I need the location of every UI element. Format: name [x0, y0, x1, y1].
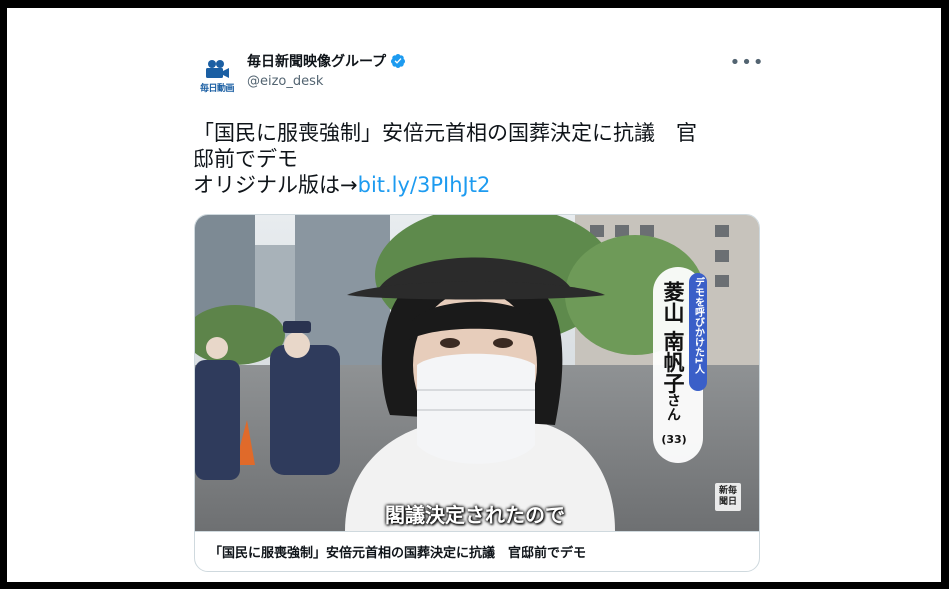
name-card-name: 菱山 南帆子さん: [657, 281, 689, 421]
user-info: 毎日新聞映像グループ @eizo_desk: [247, 51, 406, 89]
display-name[interactable]: 毎日新聞映像グループ: [247, 51, 386, 71]
name-row: 毎日新聞映像グループ: [247, 51, 406, 71]
verified-badge-icon: [391, 54, 406, 68]
avatar[interactable]: 毎日動画: [195, 54, 239, 98]
tweet-text-line-3: オリジナル版は→bit.ly/3PIhJt2: [193, 172, 763, 198]
video-caption: 閣議決定されたので: [385, 503, 565, 527]
card-video-thumbnail[interactable]: デモを呼びかけた1人 菱山 南帆子さん (33) 新毎聞日 閣議決定されたので: [195, 215, 759, 531]
tweet-link[interactable]: bit.ly/3PIhJt2: [358, 173, 491, 197]
tweet-text-prefix: オリジナル版は→: [193, 173, 358, 197]
handle[interactable]: @eizo_desk: [247, 74, 406, 89]
lower-third-name-card: デモを呼びかけた1人 菱山 南帆子さん (33): [653, 267, 707, 463]
honorific: さん: [665, 393, 681, 422]
camera-icon: [206, 59, 229, 78]
tweet-text-line-2: 邸前でデモ: [193, 147, 298, 171]
tweet-text-line-1: 「国民に服喪強制」安倍元首相の国葬決定に抗議 官: [193, 121, 697, 145]
link-card[interactable]: デモを呼びかけた1人 菱山 南帆子さん (33) 新毎聞日 閣議決定されたので …: [194, 214, 760, 572]
screenshot-frame: 毎日動画 毎日新聞映像グループ @eizo_desk ••• 「国民に服喪強制」…: [7, 8, 941, 582]
more-options-icon[interactable]: •••: [730, 52, 764, 73]
person-name: 菱山 南帆子: [661, 281, 685, 394]
mainichi-logo: 新毎聞日: [715, 483, 741, 511]
name-card-age: (33): [661, 433, 687, 446]
card-title[interactable]: 「国民に服喪強制」安倍元首相の国葬決定に抗議 官邸前でデモ: [195, 531, 759, 571]
name-card-tag: デモを呼びかけた1人: [689, 273, 707, 391]
avatar-label: 毎日動画: [199, 83, 235, 94]
tweet-text: 「国民に服喪強制」安倍元首相の国葬決定に抗議 官 邸前でデモ オリジナル版は→b…: [193, 120, 763, 198]
